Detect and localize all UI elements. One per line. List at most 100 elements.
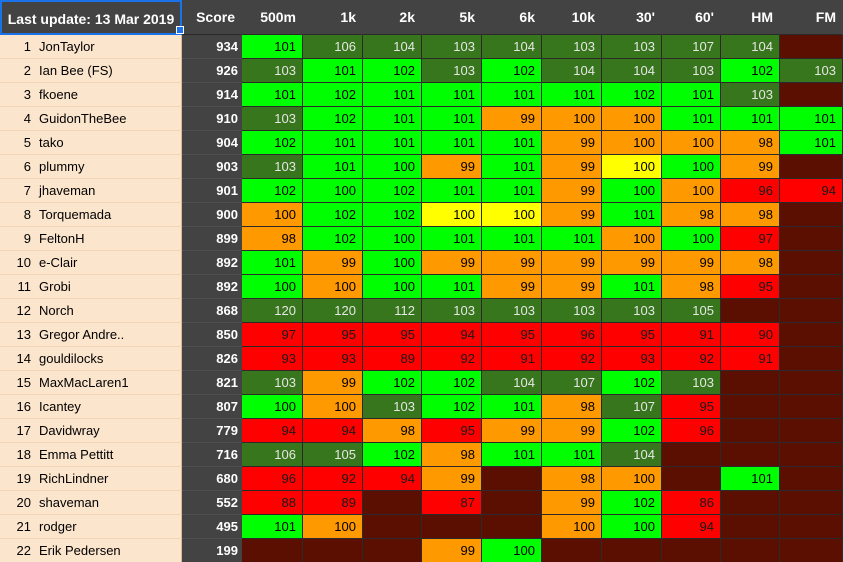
result-cell-30[interactable]: 100	[602, 179, 662, 203]
result-cell-hm[interactable]: 101	[721, 467, 780, 491]
result-cell-1k[interactable]: 105	[303, 443, 363, 467]
result-cell-30[interactable]: 102	[602, 83, 662, 107]
result-cell-30[interactable]: 104	[602, 59, 662, 83]
selection-fill-handle[interactable]	[176, 26, 184, 34]
athlete-name-cell[interactable]: gouldilocks	[36, 347, 182, 371]
result-cell-500m[interactable]: 102	[242, 131, 303, 155]
result-cell-30[interactable]: 100	[602, 227, 662, 251]
result-cell-30[interactable]: 100	[602, 467, 662, 491]
result-cell-2k[interactable]	[363, 515, 422, 539]
athlete-name-cell[interactable]: Norch	[36, 299, 182, 323]
score-cell[interactable]: 807	[182, 395, 242, 419]
result-cell-1k[interactable]	[303, 539, 363, 562]
result-cell-10k[interactable]: 99	[542, 155, 602, 179]
score-cell[interactable]: 779	[182, 419, 242, 443]
result-cell-6k[interactable]: 99	[482, 419, 542, 443]
result-cell-2k[interactable]: 95	[363, 323, 422, 347]
result-cell-500m[interactable]: 100	[242, 275, 303, 299]
result-cell-6k[interactable]	[482, 467, 542, 491]
result-cell-500m[interactable]: 106	[242, 443, 303, 467]
result-cell-2k[interactable]: 102	[363, 179, 422, 203]
score-header-cell[interactable]: Score	[182, 0, 242, 35]
result-cell-10k[interactable]: 98	[542, 395, 602, 419]
athlete-name-cell[interactable]: fkoene	[36, 83, 182, 107]
score-cell[interactable]: 199	[182, 539, 242, 562]
result-cell-1k[interactable]: 106	[303, 35, 363, 59]
result-cell-10k[interactable]	[542, 539, 602, 562]
result-cell-10k[interactable]: 99	[542, 419, 602, 443]
result-cell-2k[interactable]: 101	[363, 107, 422, 131]
result-cell-hm[interactable]: 104	[721, 35, 780, 59]
result-cell-10k[interactable]: 99	[542, 251, 602, 275]
rank-cell[interactable]: 15	[0, 371, 36, 395]
result-cell-hm[interactable]: 95	[721, 275, 780, 299]
result-cell-6k[interactable]: 101	[482, 155, 542, 179]
score-cell[interactable]: 850	[182, 323, 242, 347]
result-cell-2k[interactable]	[363, 539, 422, 562]
athlete-name-cell[interactable]: Gregor Andre..	[36, 323, 182, 347]
athlete-name-cell[interactable]: MaxMacLaren1	[36, 371, 182, 395]
athlete-name-cell[interactable]: JonTaylor	[36, 35, 182, 59]
score-cell[interactable]: 868	[182, 299, 242, 323]
result-cell-fm[interactable]	[780, 395, 843, 419]
result-cell-6k[interactable]: 101	[482, 179, 542, 203]
result-cell-500m[interactable]: 103	[242, 107, 303, 131]
result-cell-500m[interactable]: 103	[242, 59, 303, 83]
result-cell-5k[interactable]: 92	[422, 347, 482, 371]
rank-cell[interactable]: 5	[0, 131, 36, 155]
result-cell-5k[interactable]: 99	[422, 155, 482, 179]
result-cell-fm[interactable]	[780, 275, 843, 299]
result-cell-1k[interactable]: 99	[303, 251, 363, 275]
athlete-name-cell[interactable]: Davidwray	[36, 419, 182, 443]
athlete-name-cell[interactable]: rodger	[36, 515, 182, 539]
result-cell-hm[interactable]	[721, 419, 780, 443]
result-cell-5k[interactable]: 98	[422, 443, 482, 467]
athlete-name-cell[interactable]: Ian Bee (FS)	[36, 59, 182, 83]
result-cell-fm[interactable]	[780, 203, 843, 227]
rank-cell[interactable]: 3	[0, 83, 36, 107]
result-cell-10k[interactable]: 99	[542, 275, 602, 299]
result-cell-1k[interactable]: 94	[303, 419, 363, 443]
column-header-5k[interactable]: 5k	[422, 0, 482, 35]
rank-cell[interactable]: 11	[0, 275, 36, 299]
athlete-name-cell[interactable]: shaveman	[36, 491, 182, 515]
result-cell-500m[interactable]: 88	[242, 491, 303, 515]
result-cell-60[interactable]	[662, 539, 721, 562]
result-cell-hm[interactable]	[721, 443, 780, 467]
result-cell-fm[interactable]	[780, 83, 843, 107]
result-cell-6k[interactable]: 99	[482, 107, 542, 131]
score-cell[interactable]: 892	[182, 275, 242, 299]
rank-cell[interactable]: 20	[0, 491, 36, 515]
result-cell-1k[interactable]: 102	[303, 227, 363, 251]
result-cell-2k[interactable]: 100	[363, 227, 422, 251]
result-cell-10k[interactable]: 101	[542, 83, 602, 107]
result-cell-2k[interactable]: 89	[363, 347, 422, 371]
result-cell-5k[interactable]: 87	[422, 491, 482, 515]
result-cell-5k[interactable]: 102	[422, 371, 482, 395]
athlete-name-cell[interactable]: Emma Pettitt	[36, 443, 182, 467]
result-cell-10k[interactable]: 104	[542, 59, 602, 83]
result-cell-1k[interactable]: 100	[303, 515, 363, 539]
result-cell-fm[interactable]: 94	[780, 179, 843, 203]
result-cell-fm[interactable]: 103	[780, 59, 843, 83]
result-cell-5k[interactable]: 101	[422, 107, 482, 131]
result-cell-hm[interactable]: 99	[721, 155, 780, 179]
score-cell[interactable]: 934	[182, 35, 242, 59]
result-cell-30[interactable]: 100	[602, 155, 662, 179]
result-cell-500m[interactable]: 101	[242, 515, 303, 539]
result-cell-1k[interactable]: 102	[303, 203, 363, 227]
result-cell-hm[interactable]	[721, 515, 780, 539]
result-cell-5k[interactable]: 103	[422, 35, 482, 59]
result-cell-fm[interactable]	[780, 299, 843, 323]
result-cell-60[interactable]	[662, 467, 721, 491]
result-cell-10k[interactable]: 107	[542, 371, 602, 395]
result-cell-60[interactable]: 100	[662, 179, 721, 203]
result-cell-2k[interactable]: 104	[363, 35, 422, 59]
result-cell-1k[interactable]: 102	[303, 107, 363, 131]
result-cell-60[interactable]: 94	[662, 515, 721, 539]
result-cell-6k[interactable]: 104	[482, 371, 542, 395]
result-cell-30[interactable]: 100	[602, 107, 662, 131]
result-cell-1k[interactable]: 102	[303, 83, 363, 107]
result-cell-30[interactable]: 102	[602, 491, 662, 515]
result-cell-60[interactable]: 101	[662, 83, 721, 107]
